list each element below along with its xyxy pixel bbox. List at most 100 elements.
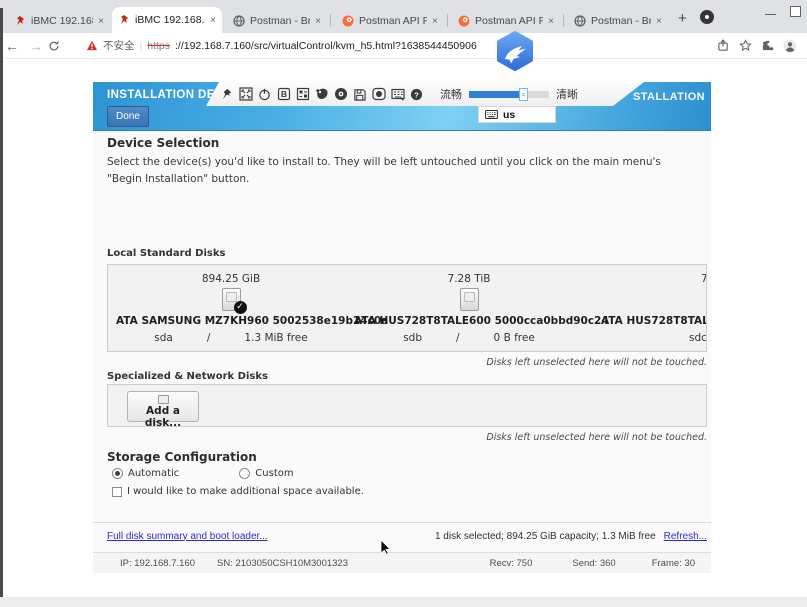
reload-icon[interactable] xyxy=(48,40,72,52)
keyboard-b-icon[interactable]: B xyxy=(276,87,291,102)
url-text: ://192.168.7.160/src/virtualControl/kvm_… xyxy=(175,40,477,52)
network-disks-note: Disks left unselected here will not be t… xyxy=(486,432,707,443)
security-warning-icon xyxy=(86,40,98,51)
disk-size: 7.28 TiB xyxy=(354,273,584,285)
radio-unselected-icon xyxy=(239,468,250,479)
add-disk-button[interactable]: Add a disk... xyxy=(127,391,199,422)
refresh-link[interactable]: Refresh... xyxy=(664,531,707,542)
local-disks-note: Disks left unselected here will not be t… xyxy=(486,357,707,368)
keyboard-macro-icon[interactable] xyxy=(390,87,405,102)
security-warning-text: 不安全 xyxy=(103,38,135,53)
ibmc-favicon xyxy=(14,15,26,27)
disk-sda[interactable]: 894.25 GiB ✓ ATA SAMSUNG MZ7KH960 500253… xyxy=(116,273,346,344)
disk-dev: sda xyxy=(154,332,173,344)
tab-ibmc-2-active[interactable]: iBMC 192.168.7.16 × xyxy=(112,7,222,33)
disk-free: 1.3 MiB free xyxy=(244,332,307,344)
add-disk-label: Add a disk... xyxy=(145,405,181,427)
kvm-status-bar: IP: 192.168.7.160 SN: 2103050CSH10M30013… xyxy=(93,552,711,573)
address-divider: | xyxy=(140,40,143,52)
selection-summary: 1 disk selected; 894.25 GiB capacity; 1.… xyxy=(435,531,656,542)
status-sn: SN: 2103050CSH10M3001323 xyxy=(217,558,348,569)
disk-dev: sdb xyxy=(403,332,422,344)
floppy-save-icon[interactable] xyxy=(352,87,367,102)
tab-search-icon[interactable] xyxy=(700,10,714,24)
kvm-toolbar: B ? 流畅 清晰 xyxy=(206,82,644,106)
network-disks-panel: Add a disk... xyxy=(107,384,707,427)
mini-disk-icon xyxy=(158,395,169,404)
record-icon[interactable] xyxy=(371,87,386,102)
kvm-remote-screen: INSTALLATION DESTINATION STALLATION Done… xyxy=(93,82,711,572)
url-protocol: https xyxy=(147,40,170,52)
tab-strip: iBMC 192.168.7.16 × iBMC 192.168.7.16 × … xyxy=(0,0,807,33)
radio-automatic-label: Automatic xyxy=(128,468,179,479)
radio-custom-label: Custom xyxy=(255,468,293,479)
disk-name: ATA SAMSUNG MZ7KH960 5002538e19b24c0a xyxy=(116,315,346,327)
quality-slider-handle[interactable] xyxy=(519,88,528,101)
globe-favicon xyxy=(233,15,245,27)
extensions-puzzle-icon[interactable] xyxy=(761,39,774,52)
download-bird-logo[interactable] xyxy=(493,30,537,74)
back-icon[interactable]: ← xyxy=(0,38,24,54)
device-selection-description: Select the device(s) you'd like to insta… xyxy=(107,154,667,189)
disk-name: ATA HUS728T8TALE600 5000cca0bbd90c24 xyxy=(354,315,584,327)
tab-close-icon[interactable]: × xyxy=(210,15,216,26)
kvm-toolbar-icons: B ? xyxy=(206,87,424,102)
extra-space-label: I would like to make additional space av… xyxy=(127,486,364,497)
radio-automatic[interactable]: Automatic xyxy=(112,468,179,479)
extra-space-checkbox[interactable]: I would like to make additional space av… xyxy=(112,486,364,497)
status-frame: Frame: 30 xyxy=(652,558,695,569)
tab-close-icon[interactable]: × xyxy=(98,16,104,27)
radio-custom[interactable]: Custom xyxy=(239,468,293,479)
avatar-icon[interactable] xyxy=(783,39,797,53)
disk-sdb[interactable]: 7.28 TiB ATA HUS728T8TALE600 5000cca0bbd… xyxy=(354,273,584,344)
tab-title: Postman API Platfo xyxy=(359,15,427,27)
display-layout-icon[interactable] xyxy=(295,87,310,102)
ibmc-favicon xyxy=(118,14,130,26)
installer-header: INSTALLATION DESTINATION STALLATION Done… xyxy=(93,82,711,131)
window-bottom-edge xyxy=(0,597,807,607)
tab-postman-browse-1[interactable]: Postman - Browse × xyxy=(227,9,327,33)
svg-text:?: ? xyxy=(414,90,419,99)
window-maximize-button[interactable] xyxy=(790,6,801,17)
local-disks-label: Local Standard Disks xyxy=(107,248,225,259)
status-send: Send: 360 xyxy=(572,558,615,569)
tab-postman-browse-2[interactable]: Postman - Browse × xyxy=(568,9,668,33)
new-tab-button[interactable]: + xyxy=(678,10,687,27)
tab-close-icon[interactable]: × xyxy=(656,16,662,27)
tab-separator xyxy=(447,14,448,27)
cd-disc-icon[interactable] xyxy=(333,87,348,102)
disk-size: 894.25 GiB xyxy=(116,273,346,285)
window-minimize-button[interactable] xyxy=(765,14,776,15)
fullscreen-icon[interactable] xyxy=(238,87,253,102)
disk-sdc[interactable]: 7 ATA HUS728T8TALE600 sdc xyxy=(601,273,707,344)
address-bar[interactable]: 不安全 | https ://192.168.7.160/src/virtual… xyxy=(86,38,477,53)
tab-ibmc-1[interactable]: iBMC 192.168.7.16 × xyxy=(8,9,110,33)
mouse-icon[interactable] xyxy=(314,87,329,102)
tab-title: Postman - Browse xyxy=(250,15,310,27)
forward-icon[interactable]: → xyxy=(24,38,48,54)
installer-right-title: STALLATION xyxy=(633,91,705,103)
postman-favicon xyxy=(342,15,354,27)
full-disk-summary-link[interactable]: Full disk summary and boot loader... xyxy=(107,531,268,542)
keyboard-layout-selector[interactable]: us xyxy=(478,106,556,123)
tab-close-icon[interactable]: × xyxy=(315,16,321,27)
share-icon[interactable] xyxy=(717,39,730,52)
network-disks-label: Specialized & Network Disks xyxy=(107,371,268,382)
bookmark-star-icon[interactable] xyxy=(739,39,752,52)
done-button[interactable]: Done xyxy=(107,106,149,127)
storage-configuration-heading: Storage Configuration xyxy=(107,450,257,464)
tab-title: iBMC 192.168.7.16 xyxy=(135,14,205,26)
globe-favicon xyxy=(574,15,586,27)
power-icon[interactable] xyxy=(257,87,272,102)
disk-dev: sdc xyxy=(689,332,707,344)
tab-close-icon[interactable]: × xyxy=(548,16,554,27)
disk-selected-check-icon: ✓ xyxy=(234,301,247,314)
quality-slider[interactable] xyxy=(469,91,549,98)
keyboard-layout-value: us xyxy=(503,109,515,121)
radio-selected-icon xyxy=(112,468,123,479)
tab-postman-api-1[interactable]: Postman API Platfo × xyxy=(336,9,444,33)
device-selection-heading: Device Selection xyxy=(107,136,219,150)
tab-close-icon[interactable]: × xyxy=(432,16,438,27)
help-icon[interactable]: ? xyxy=(409,87,424,102)
pin-icon[interactable] xyxy=(219,87,234,102)
